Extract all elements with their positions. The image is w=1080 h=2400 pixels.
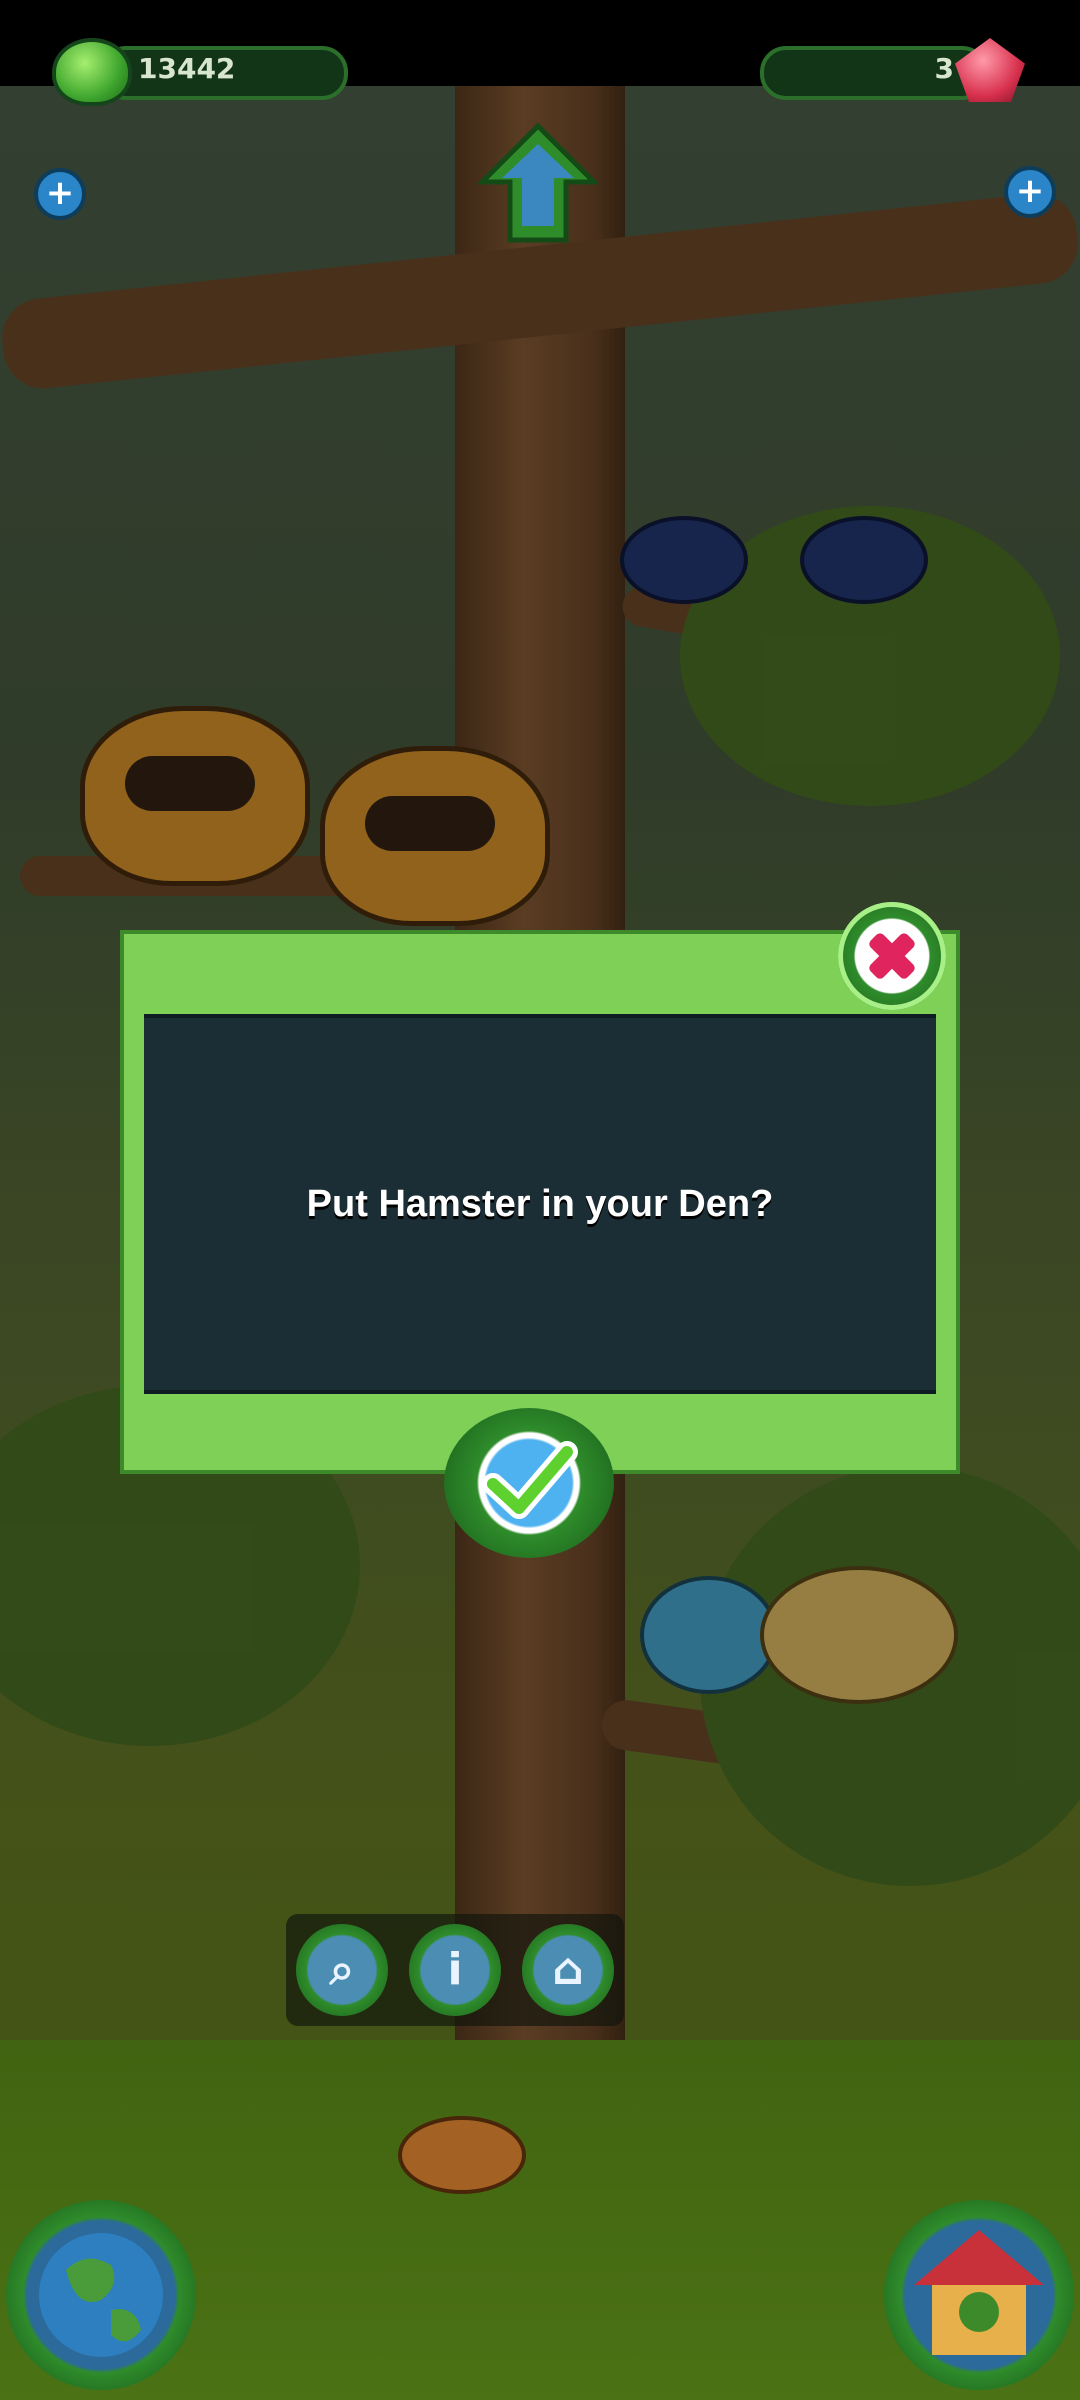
den-house-button[interactable] (884, 2200, 1074, 2390)
checkmark-icon (482, 1441, 578, 1519)
close-dialog-button[interactable] (838, 902, 946, 1010)
gem-count: 3 (934, 52, 954, 85)
coin-counter-bar: 13442 (100, 46, 348, 100)
gem-counter-bar: 3 (760, 46, 988, 100)
confirm-dialog: Put Hamster in your Den? (120, 930, 960, 1474)
den-button[interactable]: ⌂ (522, 1924, 614, 2016)
home-arrow-button[interactable] (478, 122, 598, 244)
dialog-message-panel: Put Hamster in your Den? (144, 1014, 936, 1394)
world-map-button[interactable] (6, 2200, 196, 2390)
coin-count: 13442 (138, 52, 236, 85)
house-icon (914, 2230, 1044, 2355)
info-button[interactable]: i (409, 1924, 501, 2016)
creature-action-bar: ⌕ i ⌂ (286, 1914, 624, 2026)
info-icon: i (447, 1944, 463, 1995)
add-gems-button[interactable]: + (1004, 166, 1056, 218)
dialog-message: Put Hamster in your Den? (306, 1182, 774, 1225)
catch-net-button[interactable]: ⌕ (296, 1924, 388, 2016)
close-icon (861, 925, 923, 987)
add-coins-button[interactable]: + (34, 168, 86, 220)
confirm-dialog-button[interactable] (444, 1408, 614, 1558)
den-icon: ⌂ (552, 1944, 584, 1995)
net-icon: ⌕ (329, 1944, 355, 1995)
globe-icon (39, 2233, 163, 2357)
green-gem-icon (52, 38, 132, 106)
